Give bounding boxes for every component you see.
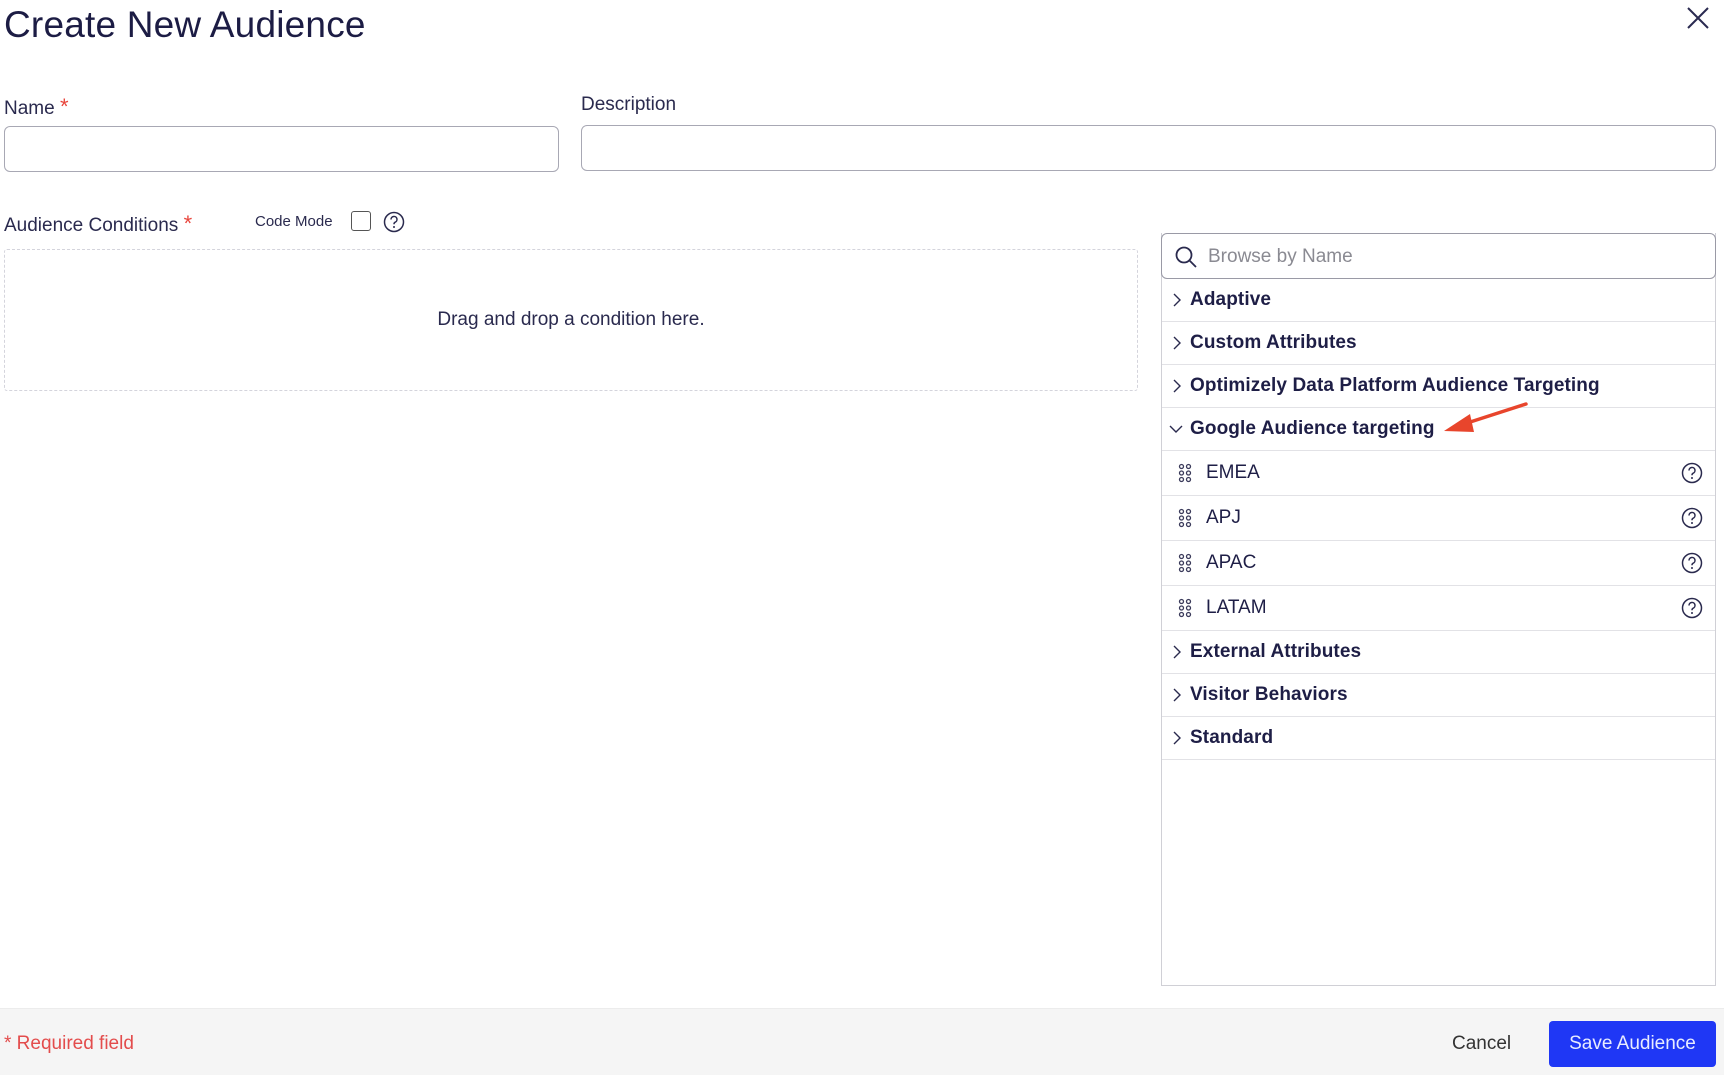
condition-item-apj[interactable]: APJ	[1162, 496, 1715, 541]
category-adaptive[interactable]: Adaptive	[1162, 279, 1715, 322]
category-google-audience-targeting[interactable]: Google Audience targeting	[1162, 408, 1715, 451]
close-button[interactable]	[1682, 4, 1712, 34]
close-icon	[1687, 7, 1709, 29]
drag-handle-icon[interactable]	[1178, 463, 1192, 483]
condition-item-emea[interactable]: EMEA	[1162, 451, 1715, 496]
browse-search[interactable]	[1161, 233, 1716, 279]
category-standard[interactable]: Standard	[1162, 717, 1715, 760]
code-mode-label: Code Mode	[255, 213, 333, 230]
chevron-right-icon	[1172, 378, 1186, 394]
help-circle-icon	[383, 211, 405, 233]
required-asterisk: *	[183, 211, 193, 236]
name-input[interactable]	[4, 126, 559, 172]
help-circle-icon[interactable]	[1681, 462, 1703, 489]
code-mode-checkbox[interactable]	[351, 211, 371, 231]
chevron-right-icon	[1172, 644, 1186, 660]
required-asterisk: *	[59, 94, 69, 119]
help-circle-icon[interactable]	[1681, 597, 1703, 624]
condition-item-apac[interactable]: APAC	[1162, 541, 1715, 586]
description-label: Description	[581, 94, 677, 115]
save-audience-button[interactable]: Save Audience	[1549, 1021, 1716, 1067]
condition-category-list: Adaptive Custom Attributes Optimizely Da…	[1162, 279, 1715, 760]
name-label: Name *	[4, 94, 69, 119]
description-input[interactable]	[581, 125, 1716, 171]
condition-item-latam[interactable]: LATAM	[1162, 586, 1715, 631]
category-external-attributes[interactable]: External Attributes	[1162, 631, 1715, 674]
chevron-down-icon	[1168, 424, 1186, 434]
browse-search-input[interactable]	[1206, 234, 1710, 279]
chevron-right-icon	[1172, 335, 1186, 351]
annotation-arrow-icon	[1444, 402, 1528, 432]
drag-handle-icon[interactable]	[1178, 553, 1192, 573]
dropzone-text: Drag and drop a condition here.	[437, 309, 705, 330]
help-circle-icon[interactable]	[1681, 507, 1703, 534]
cancel-button[interactable]: Cancel	[1440, 1022, 1523, 1066]
dialog-title: Create New Audience	[4, 4, 366, 45]
help-circle-icon[interactable]	[1681, 552, 1703, 579]
code-mode-help[interactable]	[383, 211, 405, 238]
audience-conditions-label: Audience Conditions *	[4, 211, 193, 236]
required-field-note: * Required field	[4, 1033, 134, 1054]
category-custom-attributes[interactable]: Custom Attributes	[1162, 322, 1715, 365]
chevron-right-icon	[1172, 292, 1186, 308]
category-visitor-behaviors[interactable]: Visitor Behaviors	[1162, 674, 1715, 717]
category-odp-audience-targeting[interactable]: Optimizely Data Platform Audience Target…	[1162, 365, 1715, 408]
drag-handle-icon[interactable]	[1178, 598, 1192, 618]
search-icon	[1175, 246, 1197, 268]
condition-dropzone[interactable]: Drag and drop a condition here.	[4, 249, 1138, 391]
drag-handle-icon[interactable]	[1178, 508, 1192, 528]
chevron-right-icon	[1172, 687, 1186, 703]
chevron-right-icon	[1172, 730, 1186, 746]
